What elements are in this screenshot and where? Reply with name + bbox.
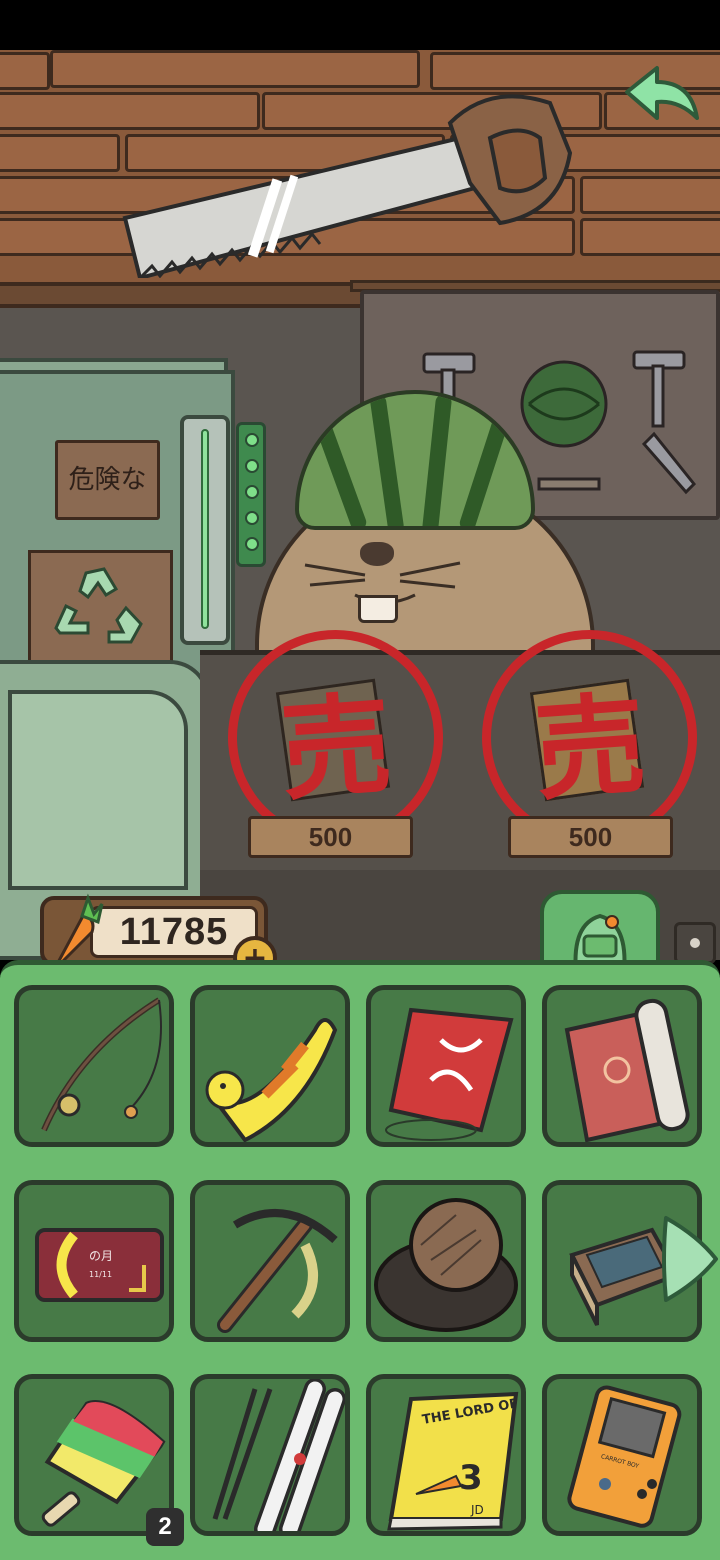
- inventory-slot-pickaxe[interactable]: [190, 1180, 350, 1342]
- gauge-fill: [201, 429, 209, 629]
- next-page-button[interactable]: [658, 1212, 720, 1306]
- dial: [674, 922, 716, 964]
- price-tag: 500: [508, 816, 673, 858]
- book-icon: THE LORD OF THE CARROTS 3 JD: [387, 1379, 521, 1531]
- back-arrow-icon: [625, 66, 699, 120]
- inventory-slot-handheld-game[interactable]: CARROT BOY: [542, 1374, 702, 1536]
- mole-teeth: [358, 595, 398, 623]
- popsicle-icon: [41, 1400, 166, 1527]
- gauge: [180, 415, 230, 645]
- inventory-slot-duck-float[interactable]: [190, 985, 350, 1147]
- svg-text:の月: の月: [89, 1249, 113, 1263]
- inventory-slot-kite[interactable]: [366, 985, 526, 1147]
- danger-sign: 危険な: [55, 440, 160, 520]
- duck-float-icon: [205, 1018, 338, 1142]
- back-button[interactable]: [616, 58, 706, 138]
- calendar-card-icon: の月 11/11: [35, 1228, 164, 1302]
- kite-icon: [385, 1007, 514, 1141]
- machine-door-panel: [8, 690, 188, 890]
- sale-item-2[interactable]: 売: [474, 622, 705, 853]
- sale-item-1[interactable]: 売: [220, 622, 451, 853]
- price-tag: 500: [248, 816, 413, 858]
- inventory-slot-fishing-rod[interactable]: [14, 985, 174, 1147]
- pickaxe-icon: [217, 1209, 338, 1333]
- chevron-right-icon: [662, 1216, 718, 1302]
- recycle-box: [28, 550, 173, 670]
- handheld-game-icon: CARROT BOY: [567, 1385, 682, 1528]
- inventory-slot-skis[interactable]: [190, 1374, 350, 1536]
- svg-text:JD: JD: [470, 1503, 484, 1517]
- rolled-mat-icon: [564, 998, 690, 1142]
- fur-hat-icon: [374, 1198, 518, 1332]
- inventory-slot-rolled-mat[interactable]: [542, 985, 702, 1147]
- carrot-count: 11785: [119, 910, 229, 953]
- skis-icon: [212, 1379, 345, 1531]
- shop-scene: 危険な 売 売 500 500: [0, 50, 720, 960]
- inventory-slot-book[interactable]: THE LORD OF THE CARROTS 3 JD: [366, 1374, 526, 1536]
- inventory-slot-fur-hat[interactable]: [366, 1180, 526, 1342]
- indicator-lights: [236, 422, 266, 567]
- inventory-slot-calendar-card[interactable]: の月 11/11: [14, 1180, 174, 1342]
- svg-text:3: 3: [459, 1458, 483, 1498]
- fishing-rod-icon: [41, 997, 162, 1132]
- saw-decoration: [122, 94, 573, 278]
- status-bar: [0, 0, 720, 50]
- svg-text:11/11: 11/11: [89, 1270, 112, 1279]
- item-count-badge: 2: [146, 1508, 184, 1546]
